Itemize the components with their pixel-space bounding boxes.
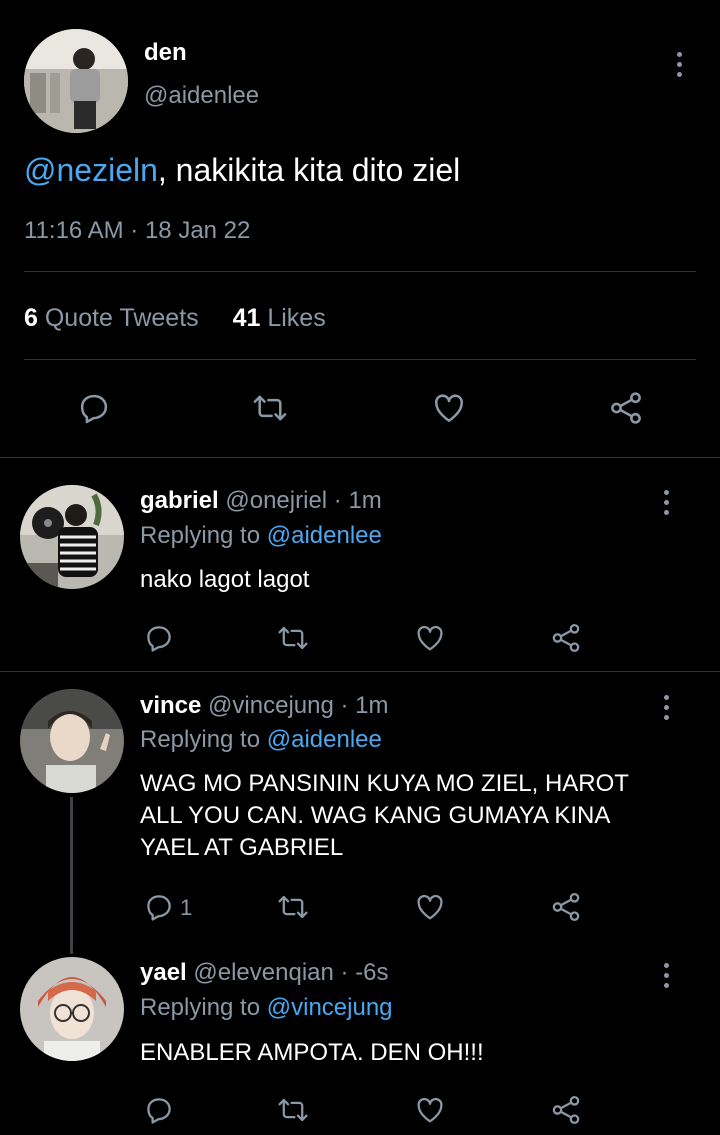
quote-tweets-link[interactable]: 6 Quote Tweets bbox=[24, 304, 199, 332]
replying-to-link[interactable]: @aidenlee bbox=[267, 726, 382, 753]
like-icon[interactable] bbox=[412, 621, 448, 655]
reply-text-line: YAEL AT GABRIEL bbox=[140, 834, 344, 861]
reply-icon[interactable] bbox=[142, 621, 176, 655]
reply-display-name[interactable]: yael bbox=[140, 959, 187, 986]
retweet-icon[interactable] bbox=[250, 389, 290, 427]
tweet-body: , nakikita kita dito ziel bbox=[157, 152, 461, 188]
retweet-icon[interactable] bbox=[275, 621, 311, 655]
reply-time[interactable]: · 1m bbox=[340, 692, 388, 719]
quote-count: 6 bbox=[24, 304, 38, 332]
reply-count: 1 bbox=[180, 895, 193, 920]
mention-link[interactable]: @nezieln bbox=[24, 152, 158, 188]
replying-to-label: Replying to bbox=[140, 994, 261, 1021]
author-avatar[interactable] bbox=[24, 29, 128, 133]
like-label: Likes bbox=[267, 304, 326, 332]
reply-avatar[interactable] bbox=[20, 689, 124, 793]
like-count: 41 bbox=[232, 304, 261, 332]
likes-link[interactable]: 41 Likes bbox=[233, 304, 326, 332]
reply-icon[interactable] bbox=[142, 890, 176, 924]
tweet-timestamp[interactable]: 11:16 AM · 18 Jan 22 bbox=[24, 216, 250, 246]
reply-text: ENABLER AMPOTA. DEN OH!!! bbox=[140, 1039, 484, 1066]
author-handle[interactable]: @aidenlee bbox=[144, 81, 259, 111]
replying-to-link[interactable]: @aidenlee bbox=[267, 522, 382, 549]
share-icon[interactable] bbox=[548, 621, 584, 655]
reply-handle[interactable]: @onejriel bbox=[225, 487, 327, 514]
reply-avatar[interactable] bbox=[20, 485, 124, 589]
reply-header: vince @vincejung · 1m bbox=[140, 690, 388, 722]
more-options-icon[interactable] bbox=[662, 695, 670, 725]
like-icon[interactable] bbox=[412, 1093, 448, 1127]
reply-avatar[interactable] bbox=[20, 957, 124, 1061]
reply-display-name[interactable]: gabriel bbox=[140, 487, 219, 514]
reply-display-name[interactable]: vince bbox=[140, 692, 201, 719]
divider bbox=[24, 271, 696, 272]
author-display-name[interactable]: den bbox=[144, 38, 187, 68]
reply-text: WAG MO PANSININ KUYA MO ZIEL, HAROT ALL … bbox=[140, 768, 629, 864]
reply-text-line: ALL YOU CAN. WAG KANG GUMAYA KINA bbox=[140, 802, 611, 829]
divider bbox=[24, 359, 696, 360]
like-icon[interactable] bbox=[412, 890, 448, 924]
retweet-icon[interactable] bbox=[275, 1093, 311, 1127]
replying-to-link[interactable]: @vincejung bbox=[267, 994, 393, 1021]
share-icon[interactable] bbox=[606, 389, 646, 427]
replying-to: Replying to @aidenlee bbox=[140, 520, 382, 552]
divider bbox=[0, 671, 720, 672]
tweet-text: @nezieln, nakikita kita dito ziel bbox=[24, 150, 460, 190]
reply-header: gabriel @onejriel · 1m bbox=[140, 485, 382, 517]
more-options-icon[interactable] bbox=[662, 490, 670, 520]
reply-icon[interactable] bbox=[142, 1093, 176, 1127]
replying-to: Replying to @vincejung bbox=[140, 992, 393, 1024]
more-options-icon[interactable] bbox=[675, 52, 683, 82]
replying-to: Replying to @aidenlee bbox=[140, 724, 382, 756]
engagement-stats: 6 Quote Tweets 41 Likes bbox=[24, 302, 326, 334]
thread-connector bbox=[70, 797, 73, 954]
reply-handle[interactable]: @elevenqian bbox=[193, 959, 333, 986]
replying-to-label: Replying to bbox=[140, 522, 261, 549]
replying-to-label: Replying to bbox=[140, 726, 261, 753]
retweet-icon[interactable] bbox=[275, 890, 311, 924]
share-icon[interactable] bbox=[548, 1093, 584, 1127]
reply-text-line: WAG MO PANSININ KUYA MO ZIEL, HAROT bbox=[140, 770, 629, 797]
divider bbox=[0, 457, 720, 458]
share-icon[interactable] bbox=[548, 890, 584, 924]
reply-icon[interactable] bbox=[75, 389, 113, 427]
like-icon[interactable] bbox=[429, 389, 469, 427]
reply-time[interactable]: · -6s bbox=[341, 959, 389, 986]
reply-text: nako lagot lagot bbox=[140, 566, 310, 593]
more-options-icon[interactable] bbox=[662, 963, 670, 993]
reply-handle[interactable]: @vincejung bbox=[208, 692, 334, 719]
reply-time[interactable]: · 1m bbox=[334, 487, 382, 514]
quote-label: Quote Tweets bbox=[44, 304, 199, 332]
reply-header: yael @elevenqian · -6s bbox=[140, 957, 389, 989]
